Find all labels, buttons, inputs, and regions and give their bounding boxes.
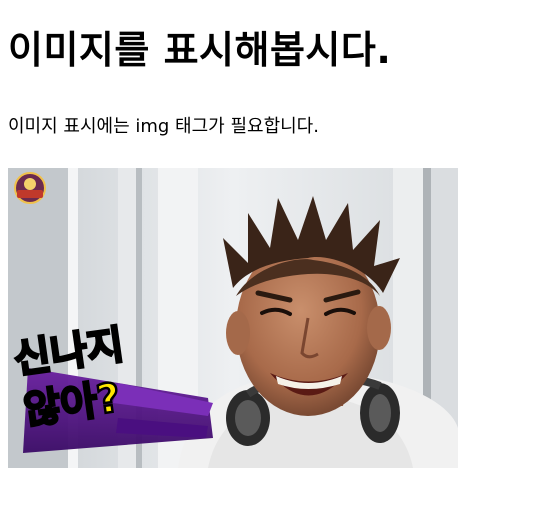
logo-badge-icon [14,172,46,204]
page-heading: 이미지를 표시해봅시다. [8,28,392,72]
displayed-image: 신나지 않아? [8,168,458,468]
page-paragraph: 이미지 표시에는 img 태그가 필요합니다. [8,116,319,137]
